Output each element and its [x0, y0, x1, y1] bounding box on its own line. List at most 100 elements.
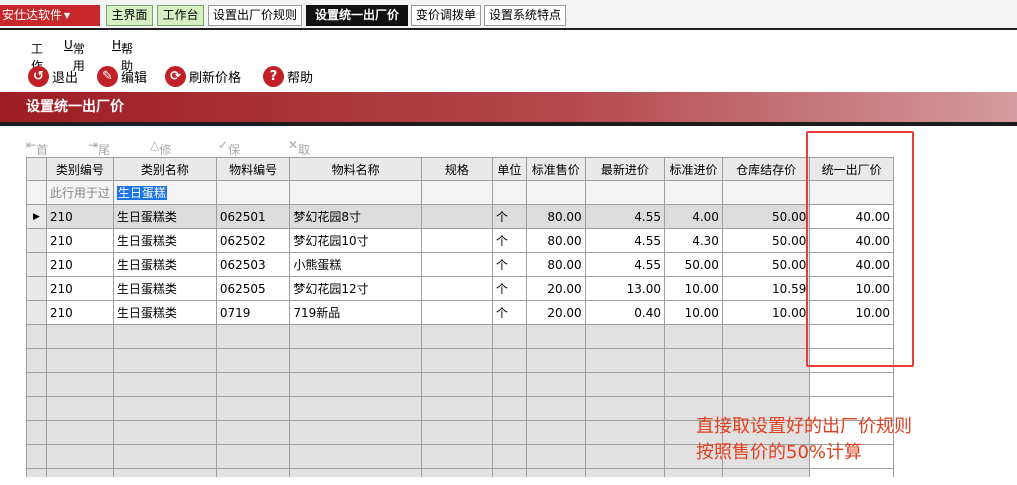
- table-cell[interactable]: 10.59: [721, 276, 811, 301]
- table-cell[interactable]: [420, 276, 493, 301]
- table-cell[interactable]: 20.00: [525, 276, 586, 301]
- menu-help[interactable]: H 帮助: [112, 38, 133, 73]
- col-header[interactable]: 单位: [491, 157, 527, 181]
- table-cell[interactable]: 生日蛋糕类: [112, 228, 217, 253]
- table-row[interactable]: 210 生日蛋糕类 062505 梦幻花园12寸 个 20.00 13.00 10.00 10.…: [26, 276, 894, 301]
- filter-cell[interactable]: [525, 180, 586, 205]
- table-cell[interactable]: 10.00: [664, 276, 723, 301]
- cancel-button[interactable]: ✕ 取消: [288, 138, 310, 174]
- col-header[interactable]: 类别名称: [112, 157, 217, 181]
- save-button[interactable]: ✓ 保存: [218, 138, 240, 174]
- table-row[interactable]: 210 生日蛋糕类 0719 719新品个 20.00 0.40 10.00 10.00 10.…: [26, 300, 894, 325]
- row-indicator[interactable]: [26, 300, 47, 325]
- row-indicator[interactable]: [26, 276, 47, 301]
- col-header[interactable]: 仓库结存价: [721, 157, 811, 181]
- table-cell[interactable]: 20.00: [525, 300, 586, 325]
- table-row[interactable]: 210 生日蛋糕类 062503 小熊蛋糕个 80.00 4.55 50.00 50.00 40…: [26, 252, 894, 277]
- table-cell[interactable]: 062502: [215, 228, 291, 253]
- tab-main[interactable]: 主界面: [106, 5, 153, 26]
- modify-button[interactable]: △ 修改: [150, 138, 171, 174]
- tab-workbench[interactable]: 工作台: [157, 5, 204, 26]
- table-row[interactable]: ▶ 210 生日蛋糕类 062501 梦幻花园8寸 个 80.00 4.55 4.00 50.00…: [26, 204, 894, 229]
- table-cell[interactable]: 50.00: [721, 252, 811, 277]
- last-record-button[interactable]: ⇥ 尾记录: [88, 138, 110, 191]
- table-cell[interactable]: 生日蛋糕类: [112, 252, 217, 277]
- tab-unified-factory-price[interactable]: 设置统一出厂价: [306, 5, 408, 26]
- table-cell[interactable]: 10.00: [721, 300, 811, 325]
- table-row[interactable]: 210 生日蛋糕类 062502 梦幻花园10寸 个 80.00 4.55 4.30 50.00…: [26, 228, 894, 253]
- table-cell[interactable]: 210: [45, 300, 114, 325]
- table-cell[interactable]: 0.40: [584, 300, 666, 325]
- table-cell[interactable]: 210: [45, 204, 114, 229]
- col-header[interactable]: 最新进价: [584, 157, 666, 181]
- table-cell[interactable]: 80.00: [525, 228, 586, 253]
- table-cell[interactable]: 个: [491, 276, 527, 301]
- table-cell[interactable]: 10.00: [664, 300, 723, 325]
- row-indicator[interactable]: ▶: [26, 204, 47, 229]
- filter-cell[interactable]: 生日蛋糕: [112, 180, 217, 205]
- col-header[interactable]: 物料编号: [215, 157, 291, 181]
- table-cell[interactable]: 062501: [215, 204, 291, 229]
- table-cell[interactable]: [420, 300, 493, 325]
- col-header[interactable]: 类别编号: [45, 157, 114, 181]
- table-cell[interactable]: [420, 228, 493, 253]
- table-cell[interactable]: 062503: [215, 252, 291, 277]
- table-cell[interactable]: 4.55: [584, 204, 666, 229]
- table-cell[interactable]: 80.00: [525, 204, 586, 229]
- table-cell[interactable]: 719新品: [289, 300, 422, 325]
- filter-cell[interactable]: [721, 180, 811, 205]
- table-cell[interactable]: 小熊蛋糕: [289, 252, 422, 277]
- table-cell[interactable]: 4.55: [584, 252, 666, 277]
- table-cell[interactable]: 4.55: [584, 228, 666, 253]
- table-cell[interactable]: 4.00: [664, 204, 723, 229]
- table-cell[interactable]: 50.00: [721, 204, 811, 229]
- tab-system-features[interactable]: 设置系统特点: [484, 5, 566, 26]
- col-header[interactable]: 标准售价: [525, 157, 586, 181]
- table-cell[interactable]: 梦幻花园12寸: [289, 276, 422, 301]
- filter-cell[interactable]: [215, 180, 291, 205]
- first-record-button[interactable]: ⇤ 首记录: [26, 138, 48, 191]
- col-header[interactable]: 物料名称: [289, 157, 422, 181]
- help-button[interactable]: ? 帮助: [263, 65, 313, 87]
- table-cell[interactable]: 80.00: [525, 252, 586, 277]
- exit-button[interactable]: ↺ 退出: [28, 65, 78, 87]
- filter-cell[interactable]: [664, 180, 723, 205]
- table-cell[interactable]: 210: [45, 252, 114, 277]
- filter-cell[interactable]: [420, 180, 493, 205]
- menu-common[interactable]: U 常用: [64, 38, 85, 73]
- filter-input-value[interactable]: 生日蛋糕: [116, 186, 167, 200]
- edit-button[interactable]: ✎ 编辑: [97, 65, 147, 87]
- table-cell[interactable]: 210: [45, 276, 114, 301]
- refresh-price-button[interactable]: ⟳ 刷新价格: [165, 65, 241, 87]
- table-cell[interactable]: [420, 204, 493, 229]
- col-header[interactable]: 规格: [420, 157, 493, 181]
- tab-factory-price-rules[interactable]: 设置出厂价规则: [208, 5, 302, 26]
- table-cell[interactable]: 50.00: [721, 228, 811, 253]
- table-cell[interactable]: 生日蛋糕类: [112, 204, 217, 229]
- table-cell[interactable]: 个: [491, 204, 527, 229]
- table-cell[interactable]: 梦幻花园10寸: [289, 228, 422, 253]
- filter-cell[interactable]: [289, 180, 422, 205]
- filter-cell[interactable]: [584, 180, 666, 205]
- table-cell[interactable]: 梦幻花园8寸: [289, 204, 422, 229]
- app-menu-button[interactable]: 安仕达软件 ▼: [0, 5, 100, 26]
- table-cell[interactable]: 个: [491, 300, 527, 325]
- filter-cell[interactable]: [491, 180, 527, 205]
- table-cell[interactable]: 062505: [215, 276, 291, 301]
- col-header[interactable]: 标准进价: [664, 157, 723, 181]
- empty-cell: [215, 468, 291, 477]
- table-cell[interactable]: 生日蛋糕类: [112, 276, 217, 301]
- tab-price-transfer[interactable]: 变价调拨单: [411, 5, 481, 26]
- table-cell[interactable]: 4.30: [664, 228, 723, 253]
- table-cell[interactable]: 0719: [215, 300, 291, 325]
- table-cell[interactable]: 个: [491, 252, 527, 277]
- table-cell[interactable]: 生日蛋糕类: [112, 300, 217, 325]
- table-cell[interactable]: 个: [491, 228, 527, 253]
- table-cell[interactable]: 210: [45, 228, 114, 253]
- table-cell[interactable]: [420, 252, 493, 277]
- table-cell[interactable]: 13.00: [584, 276, 666, 301]
- row-indicator[interactable]: [26, 252, 47, 277]
- row-indicator[interactable]: [26, 228, 47, 253]
- table-cell[interactable]: 50.00: [664, 252, 723, 277]
- filter-hint[interactable]: 此行用于过: [45, 180, 114, 205]
